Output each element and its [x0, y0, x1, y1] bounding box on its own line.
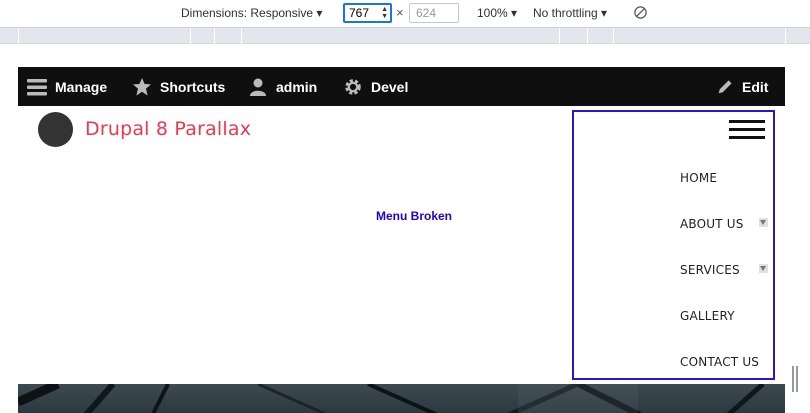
width-value: 767	[349, 6, 370, 20]
nav-item-gallery[interactable]: GALLERY	[680, 309, 735, 323]
ruler-segment[interactable]	[559, 28, 560, 44]
viewport-margin-right	[785, 44, 810, 413]
admin-toolbar: Manage Shortcuts admin Devel Edit	[18, 67, 785, 106]
width-spinner[interactable]: ▲ ▼	[381, 6, 388, 20]
user-icon	[250, 78, 266, 96]
site-logo[interactable]	[38, 112, 73, 147]
ruler-segment[interactable]	[785, 28, 786, 44]
ruler-segment[interactable]	[241, 28, 242, 44]
hamburger-icon	[27, 78, 47, 95]
pencil-icon	[718, 79, 732, 93]
width-input[interactable]: 767 ▲ ▼	[343, 3, 392, 23]
gear-icon	[345, 78, 361, 95]
height-input[interactable]: 624	[409, 3, 459, 23]
toolbar-devel[interactable]: Devel	[343, 67, 408, 106]
throttling-dropdown[interactable]: No throttling ▾	[533, 6, 607, 20]
ruler-segment[interactable]	[214, 28, 215, 44]
zoom-dropdown[interactable]: 100% ▾	[477, 6, 517, 20]
star-icon	[133, 77, 151, 95]
ruler-segment[interactable]	[613, 28, 614, 44]
hero-image	[18, 384, 785, 413]
toolbar-user-label: admin	[276, 78, 318, 95]
dimension-separator: ×	[396, 5, 404, 20]
toolbar-manage[interactable]: Manage	[27, 67, 107, 106]
media-query-ruler[interactable]	[0, 28, 810, 44]
nav-item-contact-us[interactable]: CONTACT US	[680, 355, 759, 369]
ruler-segment[interactable]	[587, 28, 588, 44]
emulated-viewport: Manage Shortcuts admin Devel Edit Drupal…	[18, 67, 785, 413]
mobile-menu-toggle-icon[interactable]	[729, 120, 765, 142]
nav-item-home[interactable]: HOME	[680, 171, 717, 185]
toolbar-user[interactable]: admin	[248, 67, 317, 106]
submenu-caret-icon[interactable]	[759, 264, 768, 273]
ruler-segment[interactable]	[18, 28, 19, 44]
main-navigation: HOME ABOUT US SERVICES GALLERY CONTACT U…	[572, 110, 775, 380]
hero-image-lines	[18, 384, 765, 413]
nav-item-services[interactable]: SERVICES	[680, 263, 740, 277]
dimensions-dropdown[interactable]: Dimensions: Responsive ▾	[181, 6, 322, 20]
toolbar-devel-label: Devel	[371, 78, 409, 95]
resize-handle[interactable]	[792, 366, 798, 392]
toolbar-shortcuts[interactable]: Shortcuts	[132, 67, 225, 106]
toolbar-manage-label: Manage	[55, 78, 108, 95]
submenu-caret-icon[interactable]	[759, 218, 768, 227]
rotate-icon[interactable]	[633, 5, 648, 20]
toolbar-edit[interactable]: Edit	[716, 67, 768, 106]
devtools-toolbar: Dimensions: Responsive ▾ 767 ▲ ▼ × 624 10…	[0, 0, 810, 28]
site-name[interactable]: Drupal 8 Parallax	[85, 118, 251, 140]
toolbar-edit-label: Edit	[742, 78, 769, 95]
menu-broken-annotation: Menu Broken	[376, 209, 453, 223]
viewport-margin-left	[0, 44, 18, 413]
toolbar-shortcuts-label: Shortcuts	[160, 78, 226, 95]
nav-item-about-us[interactable]: ABOUT US	[680, 217, 744, 231]
ruler-segment[interactable]	[190, 28, 191, 44]
